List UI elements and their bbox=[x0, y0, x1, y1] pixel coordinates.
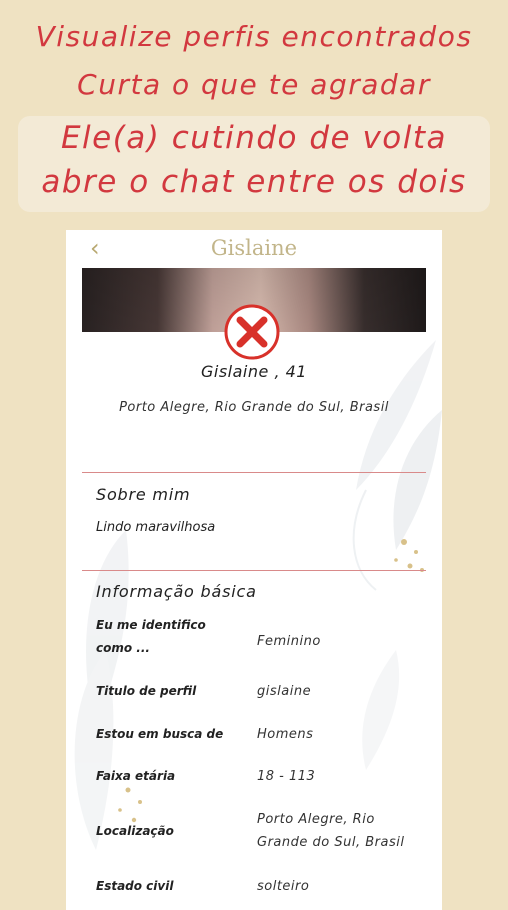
row-value-seeking: Homens bbox=[257, 727, 314, 742]
profile-name-age: Gislaine , 41 bbox=[201, 362, 307, 381]
row-label-marital-status: Estado civil bbox=[96, 879, 174, 893]
promo-line-1: Visualize perfis encontrados bbox=[35, 20, 473, 53]
row-label-seeking: Estou em busca de bbox=[96, 727, 224, 741]
promo-line-3: Ele(a) cutindo de volta bbox=[60, 120, 448, 156]
basic-info-title: Informação básica bbox=[96, 582, 257, 601]
divider bbox=[82, 570, 426, 571]
phone-screen: ‹ Gislaine Gislaine , 41 Porto Alegre, R… bbox=[66, 230, 442, 910]
about-section-title: Sobre mim bbox=[96, 485, 191, 504]
promo-line-4: abre o chat entre os dois bbox=[41, 164, 467, 200]
page-title: Gislaine bbox=[210, 236, 298, 260]
row-value-age-range: 18 - 113 bbox=[257, 769, 316, 784]
profile-location: Porto Alegre, Rio Grande do Sul, Brasil bbox=[119, 400, 389, 415]
row-label-profile-title: Titulo de perfil bbox=[96, 684, 197, 698]
row-value-profile-title: gislaine bbox=[257, 684, 312, 699]
row-label-location: Localização bbox=[96, 824, 174, 838]
app-header: ‹ Gislaine bbox=[66, 230, 442, 268]
divider bbox=[82, 472, 426, 473]
row-value-identity: Feminino bbox=[257, 634, 321, 649]
row-value-marital-status: solteiro bbox=[257, 879, 310, 894]
row-label-identity: Eu me identifico como ... bbox=[96, 618, 206, 655]
promo-line-2: Curta o que te agradar bbox=[77, 68, 431, 101]
row-value-location: Porto Alegre, Rio Grande do Sul, Brasil bbox=[257, 812, 405, 850]
row-label-age-range: Faixa etária bbox=[96, 769, 176, 783]
close-icon[interactable] bbox=[222, 302, 282, 362]
about-text: Lindo maravilhosa bbox=[96, 520, 216, 535]
